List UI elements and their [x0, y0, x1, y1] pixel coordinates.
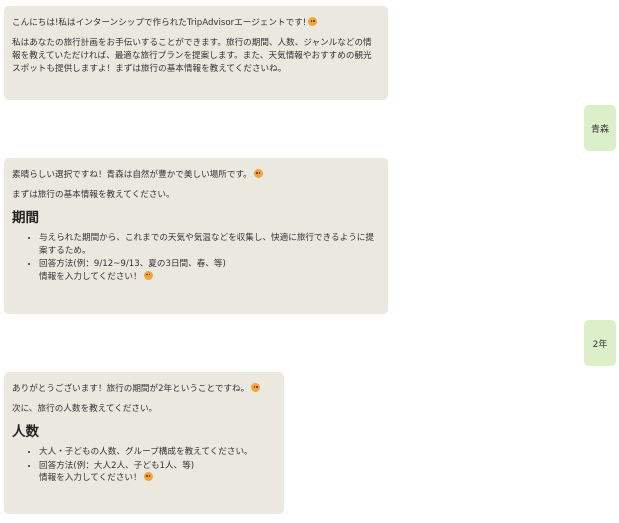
- section-heading: 期間: [12, 210, 39, 226]
- smiling-face-icon: [143, 270, 153, 280]
- bullet-list: 与えられた期間から、これまでの天気や気温などを収集し、快適に旅行できるように提案…: [12, 232, 380, 283]
- smiling-face-icon: [308, 17, 318, 26]
- message-subtext: 次に、旅行の人数を教えてください。: [12, 404, 158, 414]
- section-heading: 人数: [12, 424, 39, 440]
- list-item: 与えられた期間から、これまでの天気や気温などを収集し、快適に旅行できるように提案…: [39, 232, 380, 257]
- message-paragraph: こんにちは!私はインターンシップで作られたTripAdvisorエージェントです…: [12, 17, 380, 30]
- message-intro: ありがとうございます！旅行の期間が2年ということですね。: [12, 383, 276, 396]
- message-subtext: まずは旅行の基本情報を教えてください。: [12, 190, 175, 200]
- smiling-face-icon: [251, 383, 261, 392]
- chat-log: こんにちは!私はインターンシップで作られたTripAdvisorエージェントです…: [0, 0, 619, 523]
- message-intro: 素晴らしい選択ですね！青森は自然が豊かで美しい場所です。: [12, 169, 380, 182]
- smiling-face-icon: [253, 169, 263, 178]
- bot-message: 素晴らしい選択ですね！青森は自然が豊かで美しい場所です。 まずは旅行の基本情報を…: [4, 158, 388, 314]
- user-message-text: 青森: [590, 124, 609, 135]
- bullet-list: 大人・子どもの人数、グループ構成を教えてください。 回答方法(例：大人2人、子ど…: [12, 446, 276, 485]
- bot-message: こんにちは!私はインターンシップで作られたTripAdvisorエージェントです…: [4, 6, 388, 100]
- list-item: 大人・子どもの人数、グループ構成を教えてください。: [39, 446, 276, 459]
- smiling-face-icon: [143, 472, 153, 481]
- user-message: 2年: [584, 320, 616, 366]
- message-paragraph: 私はあなたの旅行計画をお手伝いすることができます。旅行の期間、人数、ジャンルなど…: [12, 38, 372, 74]
- list-item: 回答方法(例：9/12~9/13、夏の3日間、春、等)情報を入力してください！: [39, 258, 380, 283]
- user-message-text: 2年: [592, 339, 608, 350]
- list-item: 回答方法(例：大人2人、子ども1人、等)情報を入力してください！: [39, 460, 276, 485]
- bot-message: ありがとうございます！旅行の期間が2年ということですね。 次に、旅行の人数を教え…: [4, 372, 284, 514]
- user-message: 青森: [584, 105, 616, 151]
